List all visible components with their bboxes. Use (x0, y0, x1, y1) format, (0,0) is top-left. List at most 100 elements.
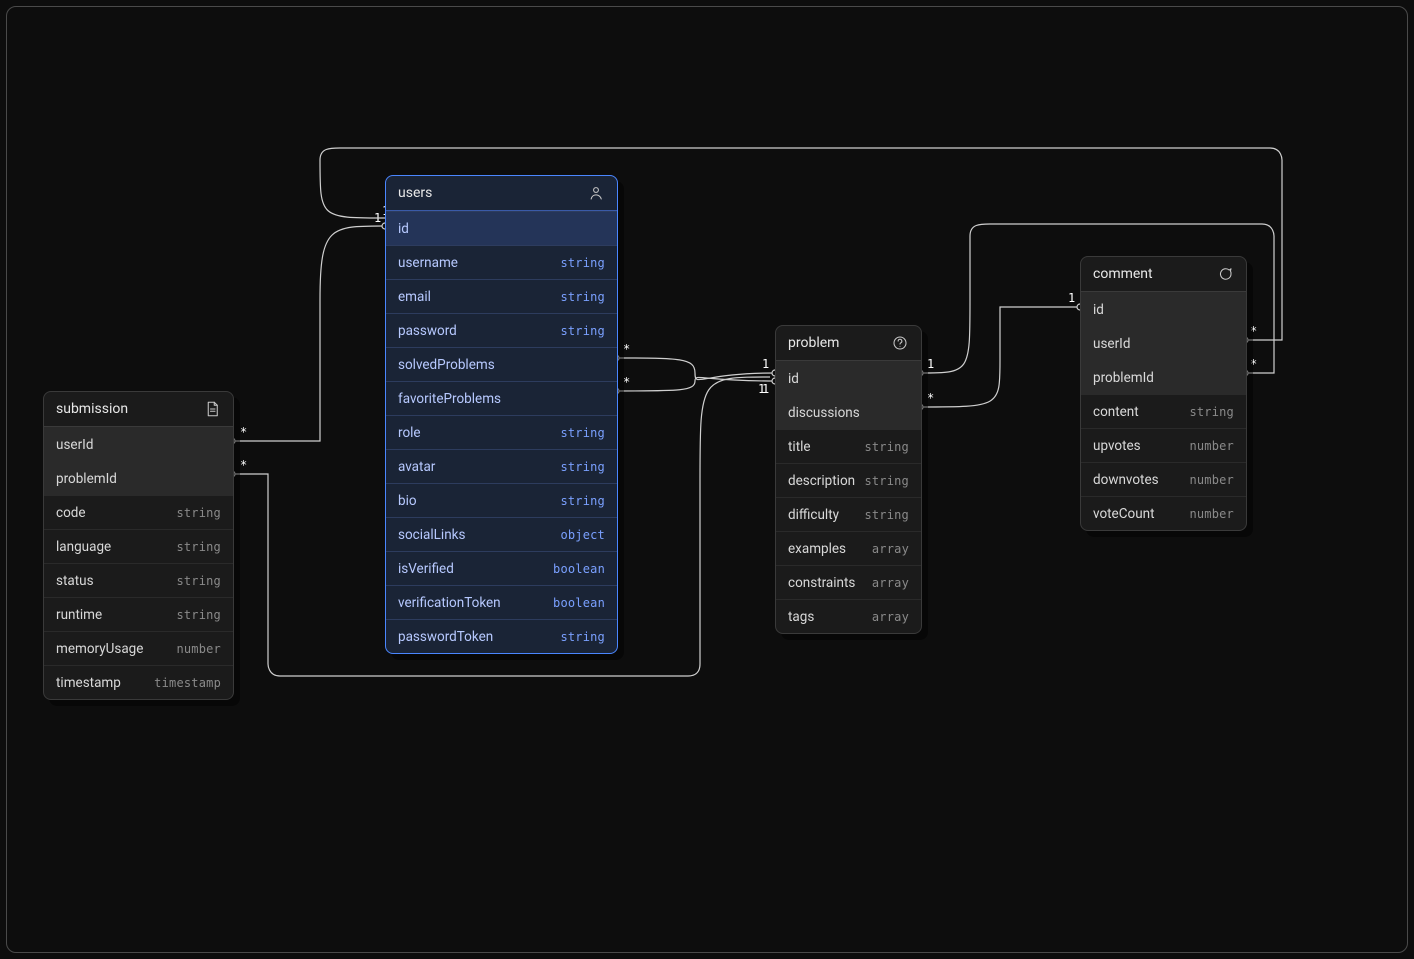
field-name: id (398, 221, 409, 237)
field-row[interactable]: code string (44, 495, 233, 529)
field-type: string (560, 290, 605, 304)
field-row[interactable]: language string (44, 529, 233, 563)
field-row[interactable]: favoriteProblems (386, 381, 617, 415)
field-row[interactable]: downvotesnumber (1081, 462, 1246, 496)
field-name: solvedProblems (398, 357, 495, 373)
field-row[interactable]: avatarstring (386, 449, 617, 483)
field-type: string (560, 630, 605, 644)
field-type: array (872, 610, 909, 624)
field-type: string (864, 440, 909, 454)
field-type: string (864, 508, 909, 522)
field-name: constraints (788, 575, 855, 591)
field-row[interactable]: runtime string (44, 597, 233, 631)
cardinality-label: * (1250, 357, 1257, 371)
field-name: username (398, 255, 458, 271)
cardinality-label: 1 (758, 382, 765, 396)
cardinality-label: * (1250, 324, 1257, 338)
field-row[interactable]: difficulty string (776, 497, 921, 531)
entity-submission[interactable]: submission userId problemId code string l… (43, 391, 234, 700)
field-type: number (1189, 507, 1234, 521)
field-row[interactable]: problemId (44, 461, 233, 495)
field-row[interactable]: statusstring (44, 563, 233, 597)
field-type: string (176, 506, 221, 520)
field-name: tags (788, 609, 814, 625)
entity-title: users (398, 185, 432, 201)
field-type: array (872, 542, 909, 556)
field-name: role (398, 425, 421, 441)
cardinality-label: * (623, 342, 630, 356)
field-row[interactable]: biostring (386, 483, 617, 517)
field-name: code (56, 505, 86, 521)
field-row[interactable]: passwordToken string (386, 619, 617, 653)
field-name: runtime (56, 607, 102, 623)
field-name: difficulty (788, 507, 839, 523)
field-name: title (788, 439, 811, 455)
field-name: discussions (788, 405, 860, 421)
field-type: string (560, 426, 605, 440)
entity-title: submission (56, 401, 128, 417)
field-name: language (56, 539, 111, 555)
entity-header[interactable]: users (386, 176, 617, 211)
diagram-canvas[interactable]: 1 * 1 * * 1 * 1 1 * 1 * * 1 submission u… (0, 0, 1414, 959)
chat-icon (1216, 265, 1234, 283)
field-type: string (560, 256, 605, 270)
field-type: number (1189, 439, 1234, 453)
field-type: string (176, 574, 221, 588)
field-row[interactable]: userId (1081, 326, 1246, 360)
field-row[interactable]: tags array (776, 599, 921, 633)
field-row[interactable]: password string (386, 313, 617, 347)
field-row[interactable]: discussions (776, 395, 921, 429)
field-name: problemId (56, 471, 117, 487)
field-row[interactable]: examplesarray (776, 531, 921, 565)
field-type: number (176, 642, 221, 656)
field-row[interactable]: problemId (1081, 360, 1246, 394)
field-name: memoryUsage (56, 641, 143, 657)
field-row[interactable]: id (386, 211, 617, 245)
field-name: password (398, 323, 457, 339)
field-row[interactable]: userId (44, 427, 233, 461)
entity-header[interactable]: comment (1081, 257, 1246, 292)
field-row[interactable]: role string (386, 415, 617, 449)
field-row[interactable]: timestamptimestamp (44, 665, 233, 699)
field-type: boolean (553, 562, 605, 576)
field-row[interactable]: username string (386, 245, 617, 279)
field-row[interactable]: title string (776, 429, 921, 463)
field-name: content (1093, 404, 1139, 420)
field-name: userId (1093, 336, 1130, 352)
user-icon (587, 184, 605, 202)
field-row[interactable]: memoryUsage number (44, 631, 233, 665)
field-row[interactable]: socialLinksobject (386, 517, 617, 551)
cardinality-label: 1 (1068, 291, 1075, 305)
entity-header[interactable]: problem (776, 326, 921, 361)
question-icon (891, 334, 909, 352)
entity-header[interactable]: submission (44, 392, 233, 427)
field-name: email (398, 289, 431, 305)
field-row[interactable]: solvedProblems (386, 347, 617, 381)
field-row[interactable]: isVerifiedboolean (386, 551, 617, 585)
field-type: timestamp (154, 676, 221, 690)
entity-title: problem (788, 335, 839, 351)
field-row[interactable]: id (1081, 292, 1246, 326)
field-row[interactable]: email string (386, 279, 617, 313)
field-type: string (176, 608, 221, 622)
entity-users[interactable]: users id username string email string pass… (385, 175, 618, 654)
field-row[interactable]: description string (776, 463, 921, 497)
field-row[interactable]: verificationTokenboolean (386, 585, 617, 619)
field-type: string (864, 474, 909, 488)
field-row[interactable]: content string (1081, 394, 1246, 428)
field-row[interactable]: voteCountnumber (1081, 496, 1246, 530)
field-type: boolean (553, 596, 605, 610)
field-name: userId (56, 437, 93, 453)
field-type: string (176, 540, 221, 554)
field-name: avatar (398, 459, 435, 475)
field-row[interactable]: upvotesnumber (1081, 428, 1246, 462)
field-row[interactable]: id (776, 361, 921, 395)
field-name: description (788, 473, 855, 489)
field-row[interactable]: constraintsarray (776, 565, 921, 599)
field-type: string (1189, 405, 1234, 419)
entity-comment[interactable]: comment id userId problemId content strin… (1080, 256, 1247, 531)
entity-problem[interactable]: problem id discussions title string descr… (775, 325, 922, 634)
field-name: id (1093, 302, 1104, 318)
field-type: string (560, 324, 605, 338)
field-name: passwordToken (398, 629, 493, 645)
